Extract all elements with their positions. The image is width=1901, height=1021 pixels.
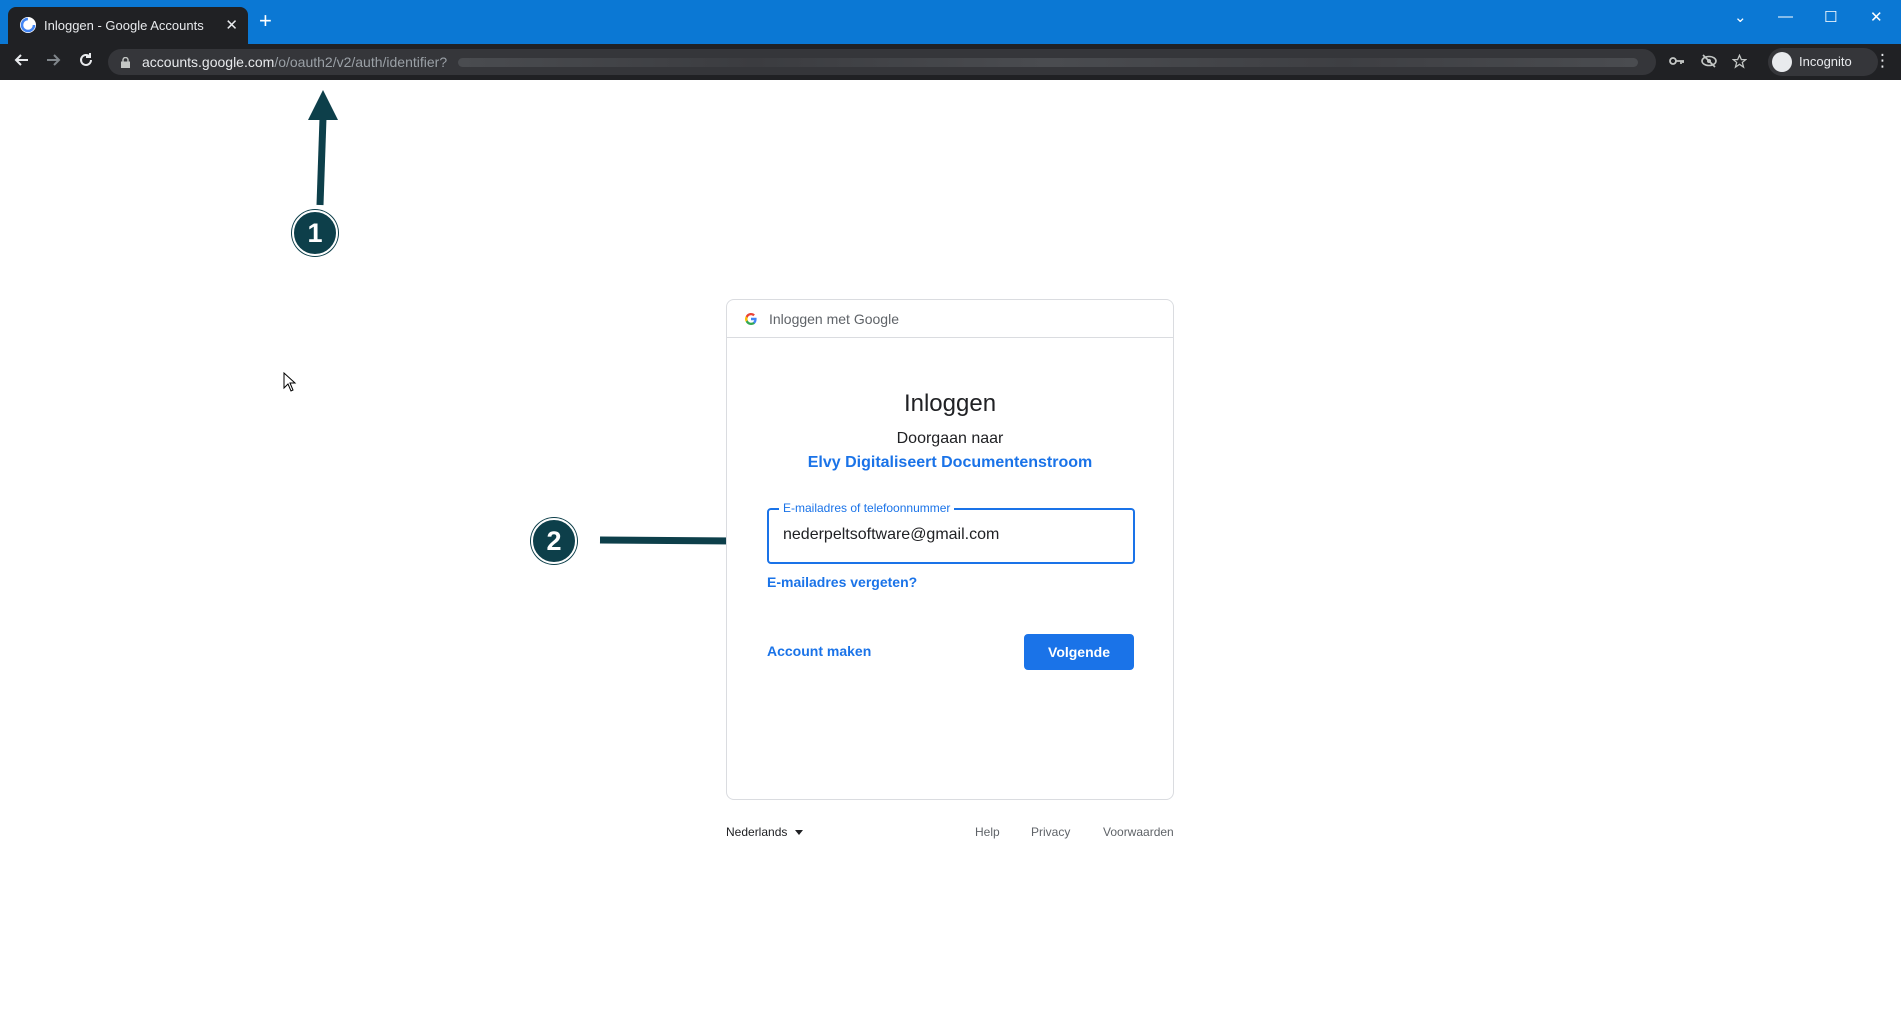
next-button[interactable]: Volgende bbox=[1024, 634, 1134, 670]
incognito-profile-button[interactable]: Incognito bbox=[1768, 48, 1878, 76]
back-icon[interactable] bbox=[12, 51, 30, 73]
url-text[interactable]: accounts.google.com/o/oauth2/v2/auth/ide… bbox=[142, 54, 447, 70]
card-header-text: Inloggen met Google bbox=[769, 311, 899, 327]
lock-icon[interactable] bbox=[121, 55, 130, 68]
create-account-link[interactable]: Account maken bbox=[767, 643, 871, 659]
arrow-1-head bbox=[308, 90, 338, 120]
signin-card: Inloggen met Google Inloggen Doorgaan na… bbox=[726, 299, 1174, 800]
new-tab-button[interactable]: + bbox=[259, 10, 272, 32]
address-bar[interactable]: accounts.google.com/o/oauth2/v2/auth/ide… bbox=[108, 49, 1748, 75]
terms-link[interactable]: Voorwaarden bbox=[1103, 825, 1174, 839]
tab-search-icon[interactable]: ⌄ bbox=[1734, 8, 1747, 26]
help-link[interactable]: Help bbox=[975, 825, 1000, 839]
reload-icon[interactable] bbox=[77, 51, 95, 73]
chevron-down-icon bbox=[795, 830, 804, 836]
arrow-1 bbox=[316, 117, 327, 206]
menu-icon[interactable]: ⋮ bbox=[1874, 51, 1891, 71]
card-header: Inloggen met Google bbox=[727, 300, 1173, 338]
blurred-url-parameters bbox=[458, 58, 1638, 67]
privacy-link[interactable]: Privacy bbox=[1031, 825, 1070, 839]
arrow-2 bbox=[599, 536, 736, 545]
callout-2: 2 bbox=[531, 518, 577, 564]
callout-1: 1 bbox=[292, 210, 338, 256]
profile-label: Incognito bbox=[1799, 54, 1852, 69]
tab-close-icon[interactable]: ✕ bbox=[225, 16, 238, 34]
window-close-icon[interactable]: ✕ bbox=[1870, 8, 1883, 26]
google-logo-icon bbox=[744, 312, 758, 326]
tab-bar: Inloggen - Google Accounts ✕ + ⌄ — ☐ ✕ bbox=[0, 0, 1901, 44]
mouse-cursor-icon bbox=[283, 372, 297, 392]
forward-icon[interactable] bbox=[45, 51, 63, 73]
language-selector[interactable]: Nederlands bbox=[726, 825, 804, 839]
email-input[interactable] bbox=[783, 526, 1113, 544]
key-icon[interactable] bbox=[1669, 54, 1685, 71]
google-favicon-icon bbox=[20, 17, 36, 33]
page-title: Inloggen bbox=[903, 390, 997, 417]
email-field[interactable]: E-mailadres of telefoonnummer bbox=[767, 501, 1135, 564]
forgot-email-link[interactable]: E-mailadres vergeten? bbox=[767, 574, 917, 590]
tab-title: Inloggen - Google Accounts bbox=[44, 18, 204, 33]
incognito-icon bbox=[1772, 52, 1792, 72]
incognito-eye-off-icon[interactable] bbox=[1701, 54, 1717, 71]
browser-toolbar: accounts.google.com/o/oauth2/v2/auth/ide… bbox=[0, 44, 1901, 80]
maximize-icon[interactable]: ☐ bbox=[1824, 8, 1837, 26]
star-icon[interactable] bbox=[1731, 53, 1748, 72]
browser-tab[interactable]: Inloggen - Google Accounts ✕ bbox=[8, 7, 248, 44]
language-label: Nederlands bbox=[726, 825, 788, 839]
email-field-label: E-mailadres of telefoonnummer bbox=[779, 501, 955, 515]
app-name-link[interactable]: Elvy Digitaliseert Documentenstroom bbox=[727, 454, 1173, 472]
continue-to-text: Doorgaan naar bbox=[896, 430, 1004, 447]
minimize-icon[interactable]: — bbox=[1778, 8, 1793, 25]
